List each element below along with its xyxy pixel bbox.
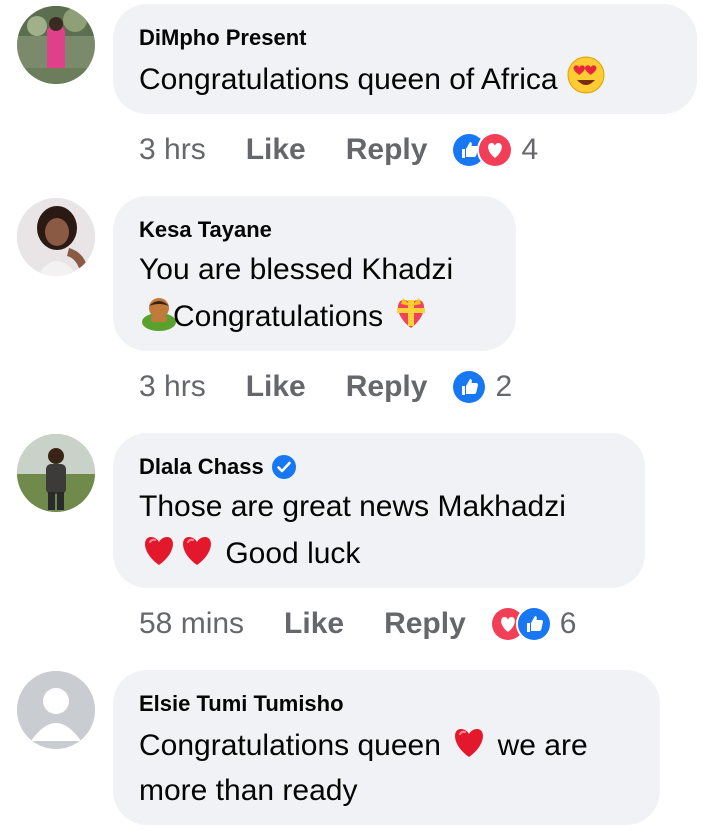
verified-badge-icon	[271, 455, 296, 479]
reactions-summary[interactable]: 4	[451, 132, 538, 168]
avatar[interactable]	[17, 198, 95, 276]
like-reaction-icon	[451, 369, 488, 405]
like-reaction-icon	[515, 606, 552, 642]
comment-bubble: DiMpho Present Congratulations queen of …	[113, 4, 697, 114]
red-heart-emoji-icon	[449, 721, 489, 761]
reaction-count: 4	[521, 133, 539, 166]
comment-text: Congratulations queen we are more than r…	[139, 721, 634, 813]
reply-button[interactable]: Reply	[346, 370, 428, 404]
reaction-count: 6	[559, 607, 577, 640]
avatar[interactable]	[17, 6, 95, 84]
like-button[interactable]: Like	[284, 607, 344, 641]
comment-actions: 3 hrs Like Reply 2	[139, 367, 512, 407]
heart-eyes-emoji-icon	[566, 55, 606, 95]
heart-with-ribbon-emoji-icon	[391, 292, 431, 332]
like-button[interactable]: Like	[246, 370, 306, 404]
like-button[interactable]: Like	[246, 133, 306, 167]
comment-bubble: Elsie Tumi Tumisho Congratulations queen…	[113, 670, 660, 825]
avatar[interactable]	[17, 671, 95, 749]
reply-button[interactable]: Reply	[384, 607, 466, 641]
reactions-summary[interactable]: 6	[489, 606, 577, 642]
comment-bubble: Dlala Chass Those are great news Makhadz…	[113, 433, 645, 588]
reply-button[interactable]: Reply	[346, 133, 428, 167]
comment-bubble: Kesa Tayane You are blessed Khadzi Congr…	[113, 196, 516, 351]
reaction-count: 2	[495, 370, 513, 403]
author-name[interactable]: DiMpho Present	[139, 25, 671, 51]
reactions-summary[interactable]: 2	[451, 369, 512, 405]
comment-actions: 58 mins Like Reply 6	[139, 604, 576, 644]
timestamp[interactable]: 58 mins	[139, 607, 244, 641]
timestamp[interactable]: 3 hrs	[139, 370, 206, 404]
author-name[interactable]: Dlala Chass	[139, 454, 619, 480]
comment-text: Congratulations queen of Africa	[139, 55, 671, 102]
comment-actions: 3 hrs Like Reply 4	[139, 130, 538, 170]
comment-text: You are blessed Khadzi Congratulations	[139, 253, 454, 333]
avatar[interactable]	[17, 434, 95, 512]
red-heart-emoji-icon	[139, 529, 179, 569]
love-reaction-icon	[477, 132, 514, 168]
author-name[interactable]: Kesa Tayane	[139, 217, 490, 243]
author-name[interactable]: Elsie Tumi Tumisho	[139, 691, 634, 717]
timestamp[interactable]: 3 hrs	[139, 133, 206, 167]
comment-text: Those are great news Makhadzi Good luck	[139, 490, 566, 570]
person-bowing-emoji-icon	[139, 292, 176, 332]
red-heart-emoji-icon	[177, 529, 217, 569]
